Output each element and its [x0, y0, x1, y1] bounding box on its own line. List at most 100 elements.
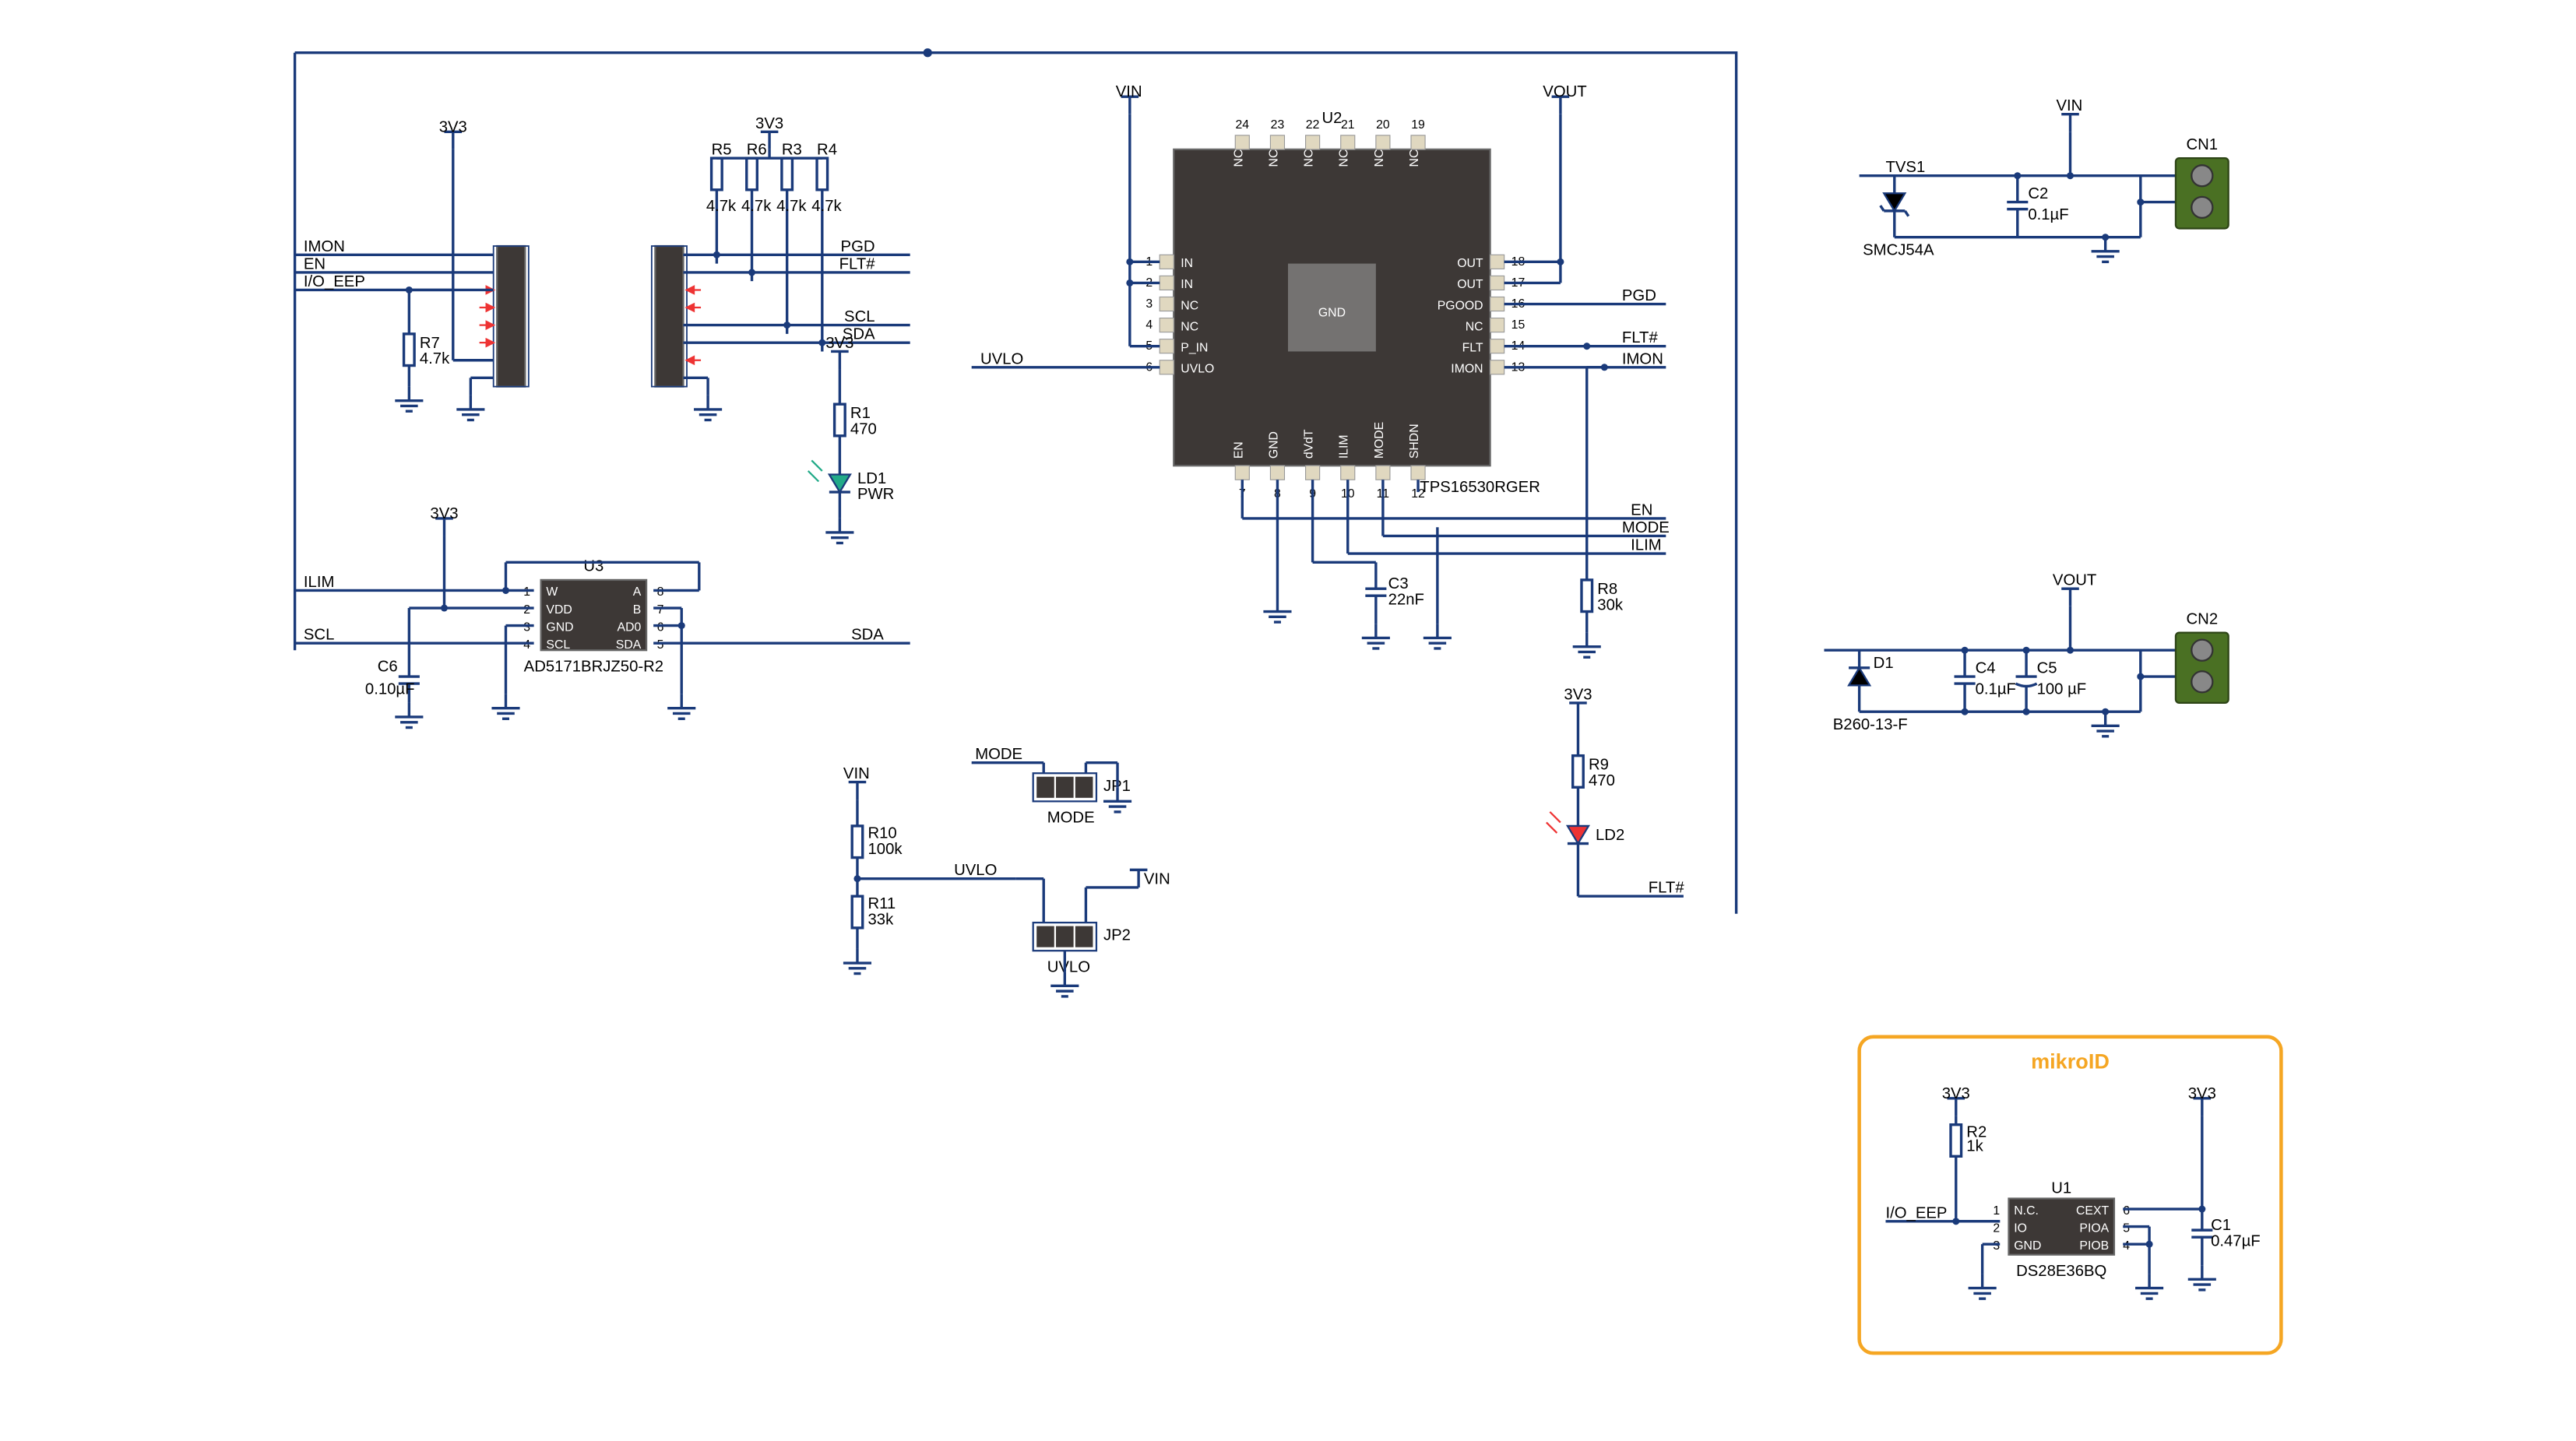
svg-text:8: 8 [657, 585, 664, 599]
net-scl: SCL [844, 308, 875, 325]
svg-text:NC: NC [1466, 320, 1483, 333]
pin-gnd2: GND [603, 371, 634, 386]
svg-text:4: 4 [523, 638, 530, 652]
svg-text:MODE: MODE [975, 746, 1022, 763]
svg-text:mikroID: mikroID [2031, 1049, 2110, 1073]
svg-text:VOUT: VOUT [1543, 83, 1586, 100]
svg-text:R3: R3 [782, 142, 802, 159]
net-en: EN [304, 255, 326, 272]
svg-text:VIN: VIN [1116, 83, 1142, 100]
svg-text:3V3: 3V3 [1942, 1085, 1970, 1102]
svg-text:19: 19 [1411, 118, 1425, 132]
svg-text:4: 4 [1145, 318, 1153, 332]
pin-int: INT [603, 265, 625, 281]
svg-text:R9: R9 [1589, 757, 1609, 774]
svg-text:3V3: 3V3 [825, 335, 853, 352]
svg-text:2: 2 [1993, 1221, 2000, 1235]
svg-text:4.7k: 4.7k [811, 198, 842, 215]
svg-text:ILIM: ILIM [1631, 537, 1661, 554]
svg-text:C5: C5 [2037, 660, 2057, 677]
svg-text:A: A [633, 585, 642, 599]
svg-text:TVS1: TVS1 [1885, 159, 1925, 176]
svg-text:D1: D1 [1874, 655, 1894, 672]
svg-text:0.1µF: 0.1µF [1976, 681, 2016, 698]
svg-text:CEXT: CEXT [2076, 1204, 2109, 1218]
svg-text:NC: NC [1373, 149, 1386, 167]
svg-text:NC: NC [1338, 149, 1351, 167]
svg-text:33k: 33k [868, 911, 895, 928]
pin-gnd: GND [532, 371, 563, 386]
svg-text:6: 6 [2123, 1204, 2130, 1218]
svg-text:CN2: CN2 [2187, 610, 2219, 627]
pin-sda: SDA [603, 336, 632, 351]
svg-text:1: 1 [1993, 1204, 2000, 1218]
jp2-uvlo: JP2 UVLO VIN [1015, 870, 1170, 996]
svg-text:FLT#: FLT# [1622, 329, 1659, 346]
svg-text:22nF: 22nF [1388, 592, 1424, 609]
pin-rst: RST [532, 265, 560, 281]
pwr-led: 3V3 R1 470 LD1 PWR [808, 335, 895, 543]
svg-text:SDA: SDA [616, 638, 642, 652]
svg-text:6: 6 [657, 620, 664, 634]
svg-text:5: 5 [2123, 1221, 2130, 1235]
r7-ref: R7 [420, 335, 440, 352]
svg-text:OUT: OUT [1457, 278, 1483, 291]
net-3v3-2: 3V3 [755, 115, 783, 132]
svg-text:IMON: IMON [1622, 350, 1663, 367]
flt-led: 3V3 R9 470 LD2 FLT# [1547, 686, 1685, 896]
svg-text:B260-13-F: B260-13-F [1833, 716, 1908, 733]
svg-text:AD5171BRJZ50-R2: AD5171BRJZ50-R2 [524, 658, 663, 675]
svg-text:R11: R11 [868, 895, 896, 912]
pin-rx: RX [603, 301, 622, 316]
svg-text:GND: GND [1318, 306, 1346, 319]
pin-sck: SCK [532, 301, 561, 316]
svg-text:C4: C4 [1976, 660, 1996, 677]
mikroid-section: mikroID 3V3 3V3 R2 1k I/O_EEP U1 DS28E36… [1860, 1037, 2282, 1353]
svg-text:1: 1 [523, 585, 530, 599]
net-flt: FLT# [839, 255, 876, 272]
svg-text:FLT: FLT [1462, 341, 1483, 354]
svg-text:EN: EN [1232, 441, 1245, 459]
pin-cs: CS [532, 283, 551, 298]
svg-text:24: 24 [1236, 118, 1250, 132]
svg-text:U3: U3 [583, 558, 604, 575]
svg-text:22: 22 [1306, 118, 1320, 132]
svg-text:MODE: MODE [1047, 809, 1095, 826]
svg-text:PWR: PWR [857, 486, 894, 503]
svg-text:MODE: MODE [1622, 519, 1670, 536]
svg-text:5: 5 [657, 638, 664, 652]
svg-text:EN: EN [1631, 501, 1652, 518]
svg-text:IN: IN [1181, 278, 1193, 291]
svg-text:3V3: 3V3 [430, 505, 458, 522]
svg-text:3: 3 [523, 620, 530, 634]
r7-val: 4.7k [420, 350, 450, 367]
pin-3v3: +3.3V [532, 353, 569, 369]
mikrobus-header-right: PWM INT TX RX SCL SDA +5V GND [603, 246, 701, 387]
svg-text:W: W [546, 585, 558, 599]
svg-text:SCL: SCL [304, 627, 334, 644]
svg-text:R6: R6 [747, 142, 767, 159]
svg-text:3V3: 3V3 [2188, 1085, 2216, 1102]
svg-text:PGD: PGD [1622, 287, 1656, 304]
svg-text:3V3: 3V3 [1564, 686, 1592, 703]
svg-text:IN: IN [1181, 257, 1193, 270]
uvlo-divider: VIN R10 100k R11 33k UVLO [843, 765, 1015, 974]
pin-tx: TX [603, 283, 621, 298]
svg-text:AD0: AD0 [618, 620, 642, 634]
svg-text:470: 470 [850, 421, 877, 438]
svg-text:SMCJ54A: SMCJ54A [1863, 241, 1934, 258]
svg-text:R1: R1 [850, 405, 871, 422]
vout-section: VOUT D1 B260-13-F C4 0.1µF C5 [1824, 572, 2228, 736]
svg-text:VDD: VDD [546, 603, 572, 617]
svg-text:21: 21 [1341, 118, 1355, 132]
svg-text:7: 7 [657, 603, 664, 617]
svg-text:C3: C3 [1388, 575, 1409, 592]
svg-text:R10: R10 [868, 825, 897, 842]
net-3v3-1: 3V3 [439, 118, 467, 135]
svg-text:B: B [633, 603, 642, 617]
svg-text:R5: R5 [712, 142, 732, 159]
main-ic: GND U2 TPS16530RGER 24NC 23NC 22NC 21NC … [1145, 110, 1540, 501]
svg-text:GND: GND [2014, 1239, 2041, 1253]
svg-text:I/O_EEP: I/O_EEP [1885, 1204, 1947, 1221]
svg-text:1k: 1k [1966, 1138, 1983, 1155]
